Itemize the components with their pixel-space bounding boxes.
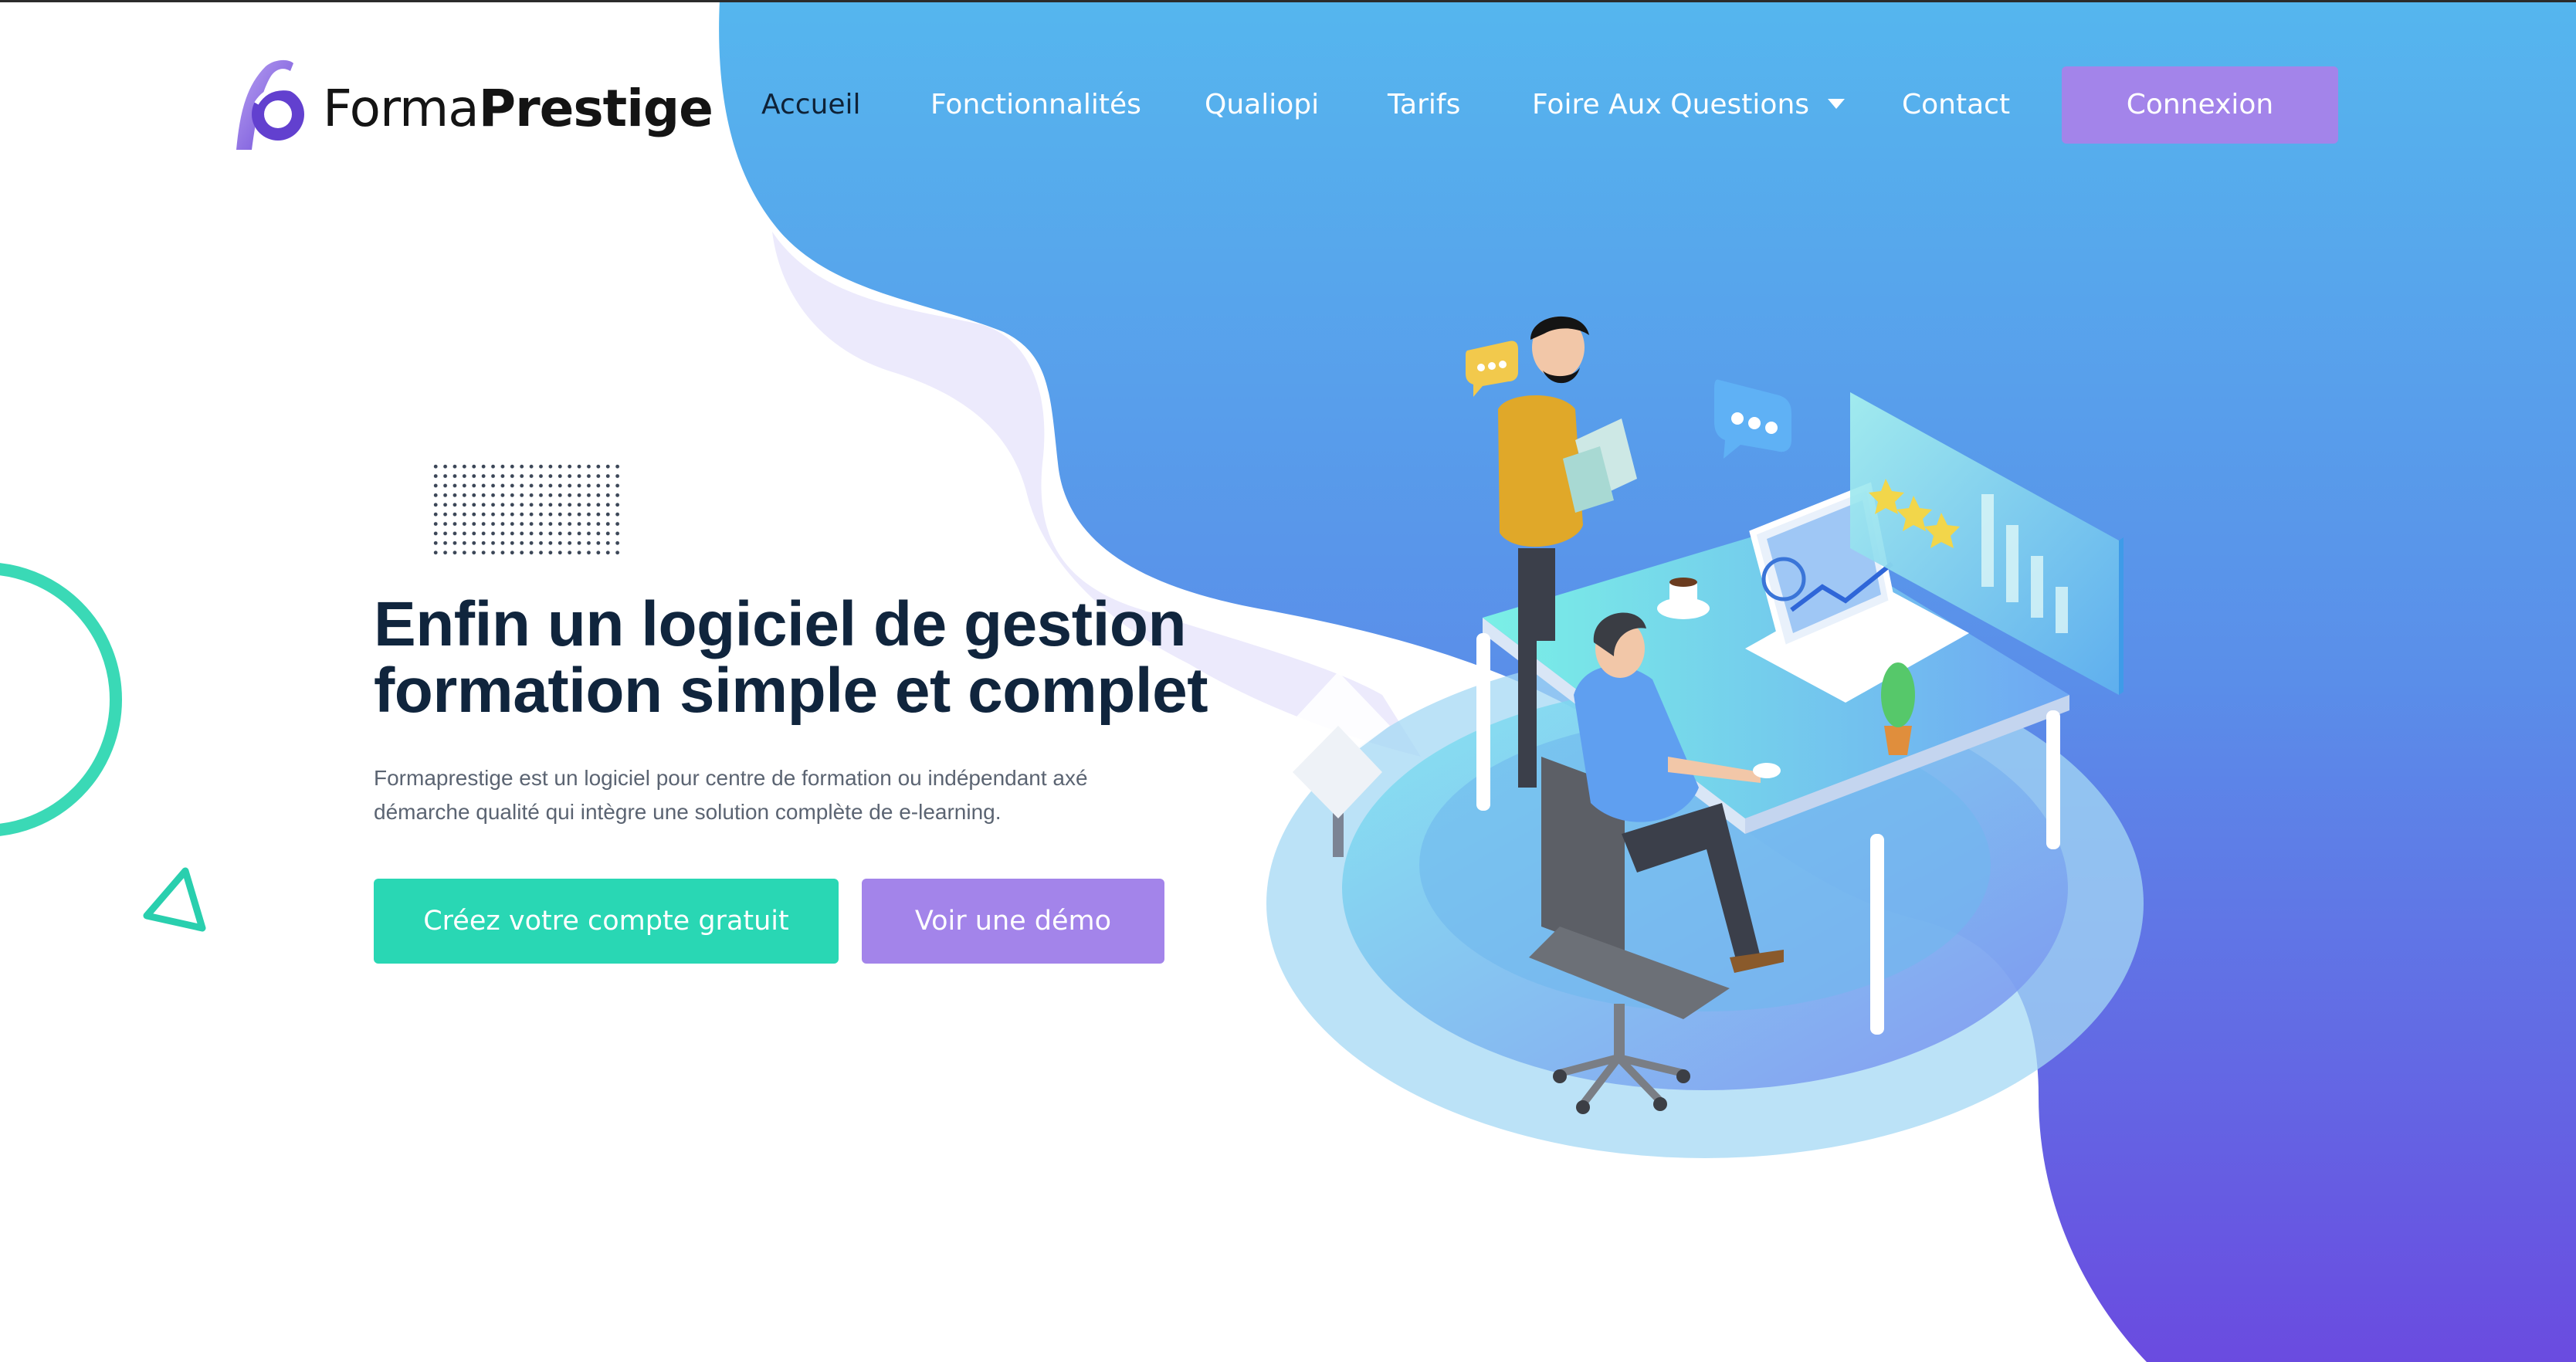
login-button[interactable]: Connexion	[2062, 66, 2338, 144]
brand-logo[interactable]: FormaPrestige	[229, 57, 713, 159]
nav-item-qualiopi[interactable]: Qualiopi	[1205, 66, 1319, 144]
decor-ring	[0, 563, 122, 836]
logo-mark-icon	[236, 59, 304, 150]
nav-item-faq[interactable]: Foire Aux Questions	[1532, 66, 1846, 144]
dot-grid-decoration	[431, 462, 624, 557]
nav-item-tarifs[interactable]: Tarifs	[1388, 66, 1460, 144]
brand-name: FormaPrestige	[323, 79, 713, 138]
hero-title-line1: Enfin un logiciel de gestion	[374, 589, 1187, 659]
top-border	[0, 0, 2576, 2]
hero-title-line2: formation simple et complet	[374, 656, 1208, 726]
brand-name-light: Forma	[323, 78, 480, 138]
hero-description-line1: Formaprestige est un logiciel pour centr…	[374, 766, 1088, 790]
hero-description-line2: démarche qualité qui intègre une solutio…	[374, 800, 1002, 824]
chat-bubble-icon	[1714, 379, 1791, 459]
nav-item-contact[interactable]: Contact	[1902, 66, 2010, 144]
demo-button[interactable]: Voir une démo	[862, 879, 1164, 964]
hero-description: Formaprestige est un logiciel pour centr…	[374, 761, 1146, 829]
nav-item-faq-label: Foire Aux Questions	[1532, 89, 1810, 120]
decor-triangle	[143, 867, 206, 932]
create-account-button[interactable]: Créez votre compte gratuit	[374, 879, 839, 964]
chevron-down-icon	[1828, 98, 1846, 109]
brand-name-bold: Prestige	[478, 78, 713, 138]
landing-page: FormaPrestige Accueil Fonctionnalités Qu…	[0, 0, 2576, 1362]
hero-title: Enfin un logiciel de gestion formation s…	[374, 591, 1300, 724]
office-illustration	[1266, 316, 2144, 1158]
speech-bubble-icon	[1466, 340, 1518, 397]
nav-item-fonctionnalites[interactable]: Fonctionnalités	[930, 66, 1141, 144]
nav-item-accueil[interactable]: Accueil	[761, 66, 861, 144]
